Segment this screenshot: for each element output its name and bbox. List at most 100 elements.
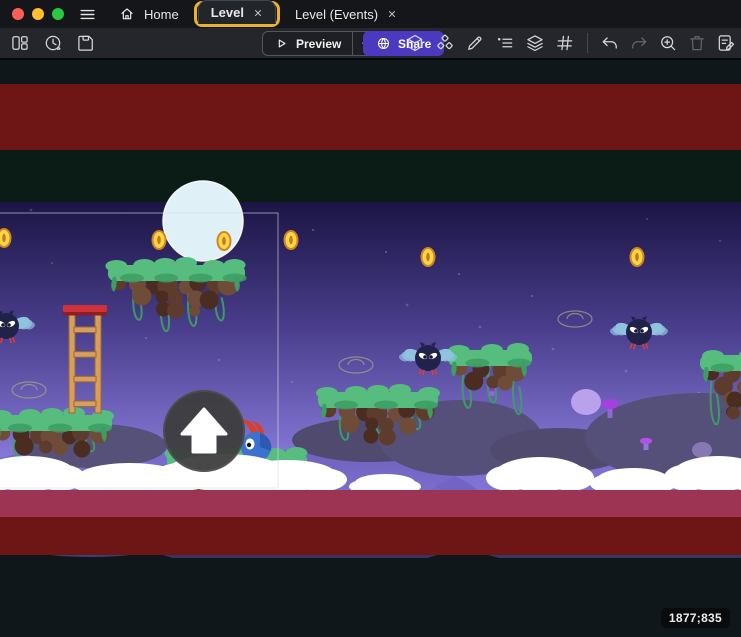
star (218, 359, 220, 361)
coin-slot (635, 253, 639, 261)
grass-tuft (154, 258, 176, 270)
objects-icon[interactable] (435, 33, 455, 53)
moon[interactable] (163, 181, 243, 261)
bat-pupil (640, 329, 644, 333)
coin[interactable] (422, 248, 435, 266)
player-pupil (247, 443, 251, 447)
globe-icon (376, 36, 391, 51)
grass-tuft (285, 447, 307, 459)
coin[interactable] (153, 231, 166, 249)
dirt-clump (156, 291, 169, 304)
tab-level-label: Level (211, 5, 244, 20)
mushroom-cap (640, 438, 652, 445)
ladder-cap (63, 305, 107, 312)
star (646, 218, 648, 220)
edit-properties-icon[interactable] (716, 33, 736, 53)
instances-list-icon[interactable] (495, 33, 515, 53)
tab-home[interactable]: Home (107, 1, 191, 27)
tab-level-close-icon[interactable] (253, 8, 263, 18)
grass-tuft (481, 344, 503, 356)
grass-tuft (41, 408, 63, 420)
home-icon (119, 6, 135, 22)
scene-editor-canvas[interactable]: 1877;835 (0, 60, 741, 637)
bat-pupil (7, 323, 11, 327)
cube-3d-icon[interactable] (405, 33, 425, 53)
grass-shadow (188, 274, 212, 283)
main-menu-icon[interactable] (78, 5, 97, 24)
coin[interactable] (218, 232, 231, 250)
scene-outer-band (0, 150, 741, 202)
cloud-puff (295, 468, 347, 492)
coin-slot (289, 236, 293, 244)
dirt-clump (53, 441, 68, 456)
redo-icon (629, 33, 649, 53)
layers-icon[interactable] (525, 33, 545, 53)
grid-icon[interactable] (555, 33, 575, 53)
zoom-window-button[interactable] (52, 8, 64, 20)
grass-shadow (465, 359, 489, 368)
panels-icon[interactable] (10, 33, 30, 53)
close-window-button[interactable] (12, 8, 24, 20)
dirt-clump (498, 376, 513, 391)
dirt-clump (189, 306, 200, 317)
tab-home-label: Home (144, 7, 179, 22)
traffic-lights (12, 8, 64, 20)
scene-top-red-band (0, 84, 741, 150)
grass-tuft (316, 387, 338, 399)
star (719, 240, 721, 242)
jump-control-button[interactable] (164, 391, 244, 471)
coin-slot (426, 253, 430, 261)
grass-shadow (120, 274, 144, 283)
grass-tuft (389, 384, 411, 396)
preview-label: Preview (296, 37, 341, 51)
undo-icon[interactable] (600, 33, 620, 53)
star (479, 326, 482, 329)
preview-button[interactable]: Preview (262, 31, 378, 56)
preview-button-main[interactable]: Preview (263, 32, 352, 55)
bat-pupil (423, 355, 427, 359)
grass-tuft (702, 350, 724, 362)
scene-pink-band (0, 490, 741, 517)
zoom-in-icon[interactable] (658, 33, 678, 53)
grass-shadow (414, 401, 438, 410)
star (625, 370, 628, 373)
scene-bottom-red-band (0, 517, 741, 555)
toolbar-edit-icons (405, 33, 575, 53)
dirt-clump (341, 414, 360, 433)
grass-shadow (374, 401, 398, 410)
dirt-clump (167, 302, 184, 319)
coin[interactable] (0, 229, 11, 247)
save-icon[interactable] (76, 33, 96, 53)
toolbar-left-icons (10, 28, 96, 58)
star (385, 251, 387, 253)
history-icon[interactable] (43, 33, 63, 53)
coin[interactable] (631, 248, 644, 266)
dirt-clump (73, 441, 90, 458)
dirt-clump (132, 287, 151, 306)
minimize-window-button[interactable] (32, 8, 44, 20)
star (531, 295, 533, 297)
play-icon (274, 36, 289, 51)
pencil-icon[interactable] (465, 33, 485, 53)
coin[interactable] (285, 231, 298, 249)
bat-pupil (634, 329, 638, 333)
grass-shadow (507, 359, 531, 368)
tab-level-events-close-icon[interactable] (387, 9, 397, 19)
cloud-puff (664, 464, 711, 491)
tab-level[interactable]: Level (198, 0, 276, 24)
tutorial-highlight-box: Level (194, 1, 280, 27)
dirt-clump (379, 429, 396, 446)
coin-slot (157, 236, 161, 244)
tab-level-events[interactable]: Level (Events) (283, 1, 409, 27)
grass-shadow (8, 424, 32, 433)
coin-slot (2, 234, 6, 242)
star (458, 273, 460, 275)
dirt-clump (365, 418, 378, 431)
bat-pupil (429, 355, 433, 359)
star (30, 209, 33, 212)
ladder-rung (74, 401, 96, 407)
grass-tuft (507, 343, 529, 355)
trash-icon (687, 33, 707, 53)
dirt-clump (464, 372, 483, 391)
toolbar-right-icons (405, 28, 736, 58)
